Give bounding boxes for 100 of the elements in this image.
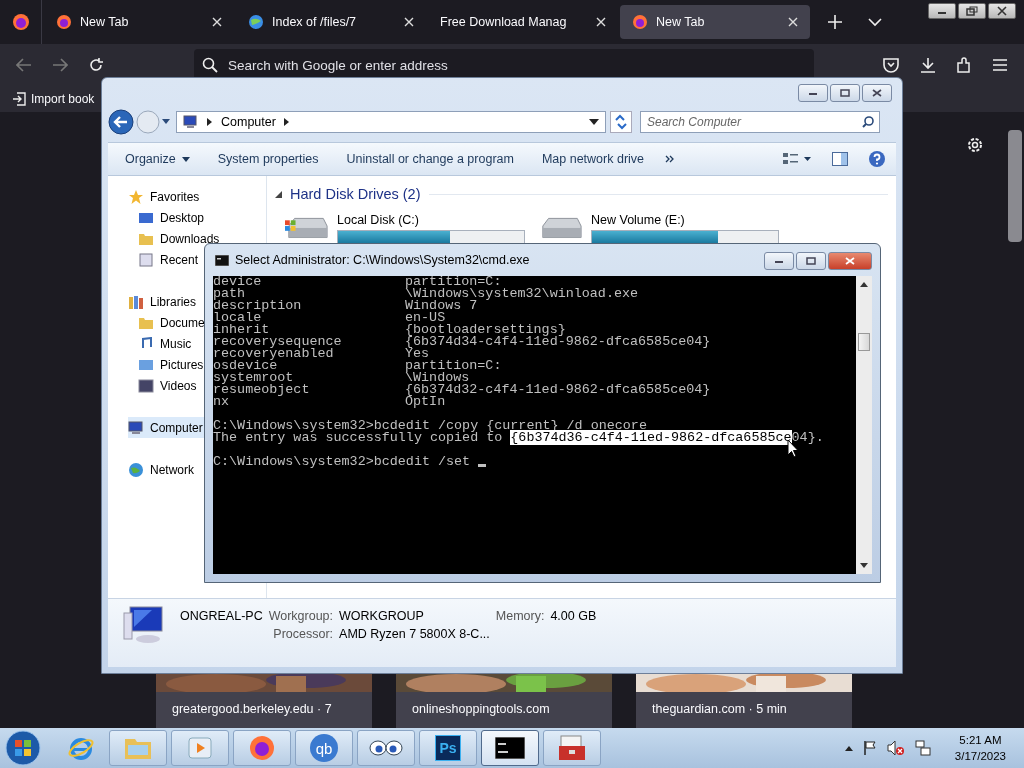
terminal-value: Yes (405, 348, 430, 360)
firefox-icon (248, 734, 276, 762)
scroll-up-icon[interactable] (860, 282, 868, 287)
firefox-icon (632, 14, 648, 30)
clock-date[interactable]: 3/17/2023 (954, 748, 1006, 764)
show-hidden-icons[interactable] (844, 745, 853, 751)
chevron-right-icon[interactable] (283, 118, 290, 126)
browser-tab[interactable]: Free Download Manag (428, 5, 618, 39)
globe-icon (128, 461, 144, 478)
sidebar-item[interactable]: Computer (128, 417, 206, 438)
help-icon[interactable] (868, 150, 886, 168)
terminal-key: recoveryenabled (213, 348, 405, 360)
collapse-icon[interactable] (275, 190, 282, 198)
minimize-button[interactable] (764, 252, 794, 270)
section-header: Hard Disk Drives (2) (290, 186, 421, 202)
chevron-icon[interactable] (868, 17, 882, 27)
browser-tab[interactable]: Index of /files/7 (236, 5, 426, 39)
more-icon[interactable] (665, 155, 676, 163)
minimize-button[interactable] (798, 84, 828, 102)
command-button[interactable]: System properties (210, 148, 326, 170)
close-button[interactable] (828, 252, 872, 270)
view-options-icon[interactable] (782, 152, 812, 166)
close-icon[interactable] (788, 17, 798, 27)
site-tile[interactable]: theguardian.com · 5 min (636, 672, 852, 728)
import-icon[interactable] (12, 92, 26, 106)
console-icon (215, 254, 229, 266)
minimize-icon (808, 90, 818, 96)
close-button[interactable] (862, 84, 892, 102)
taskbar-app[interactable] (481, 730, 539, 766)
sidebar-item[interactable]: Favorites (128, 186, 203, 207)
terminal-key: inherit (213, 324, 405, 336)
terminal-value: {bootloadersettings} (405, 324, 566, 336)
command-button[interactable]: Map network drive (534, 148, 652, 170)
scroll-down-icon[interactable] (860, 563, 868, 568)
sidebar-item[interactable]: Downloads (138, 228, 223, 249)
sidebar-item[interactable]: Docume (138, 312, 208, 333)
dropdown-icon[interactable] (589, 119, 599, 125)
app-logo: qb (310, 734, 338, 762)
network-icon[interactable] (914, 740, 931, 756)
sidebar-item[interactable]: Libraries (128, 291, 200, 312)
taskbar-app[interactable] (357, 730, 415, 766)
refresh-icon[interactable] (610, 111, 632, 133)
menu-icon[interactable] (992, 58, 1008, 72)
reload-icon[interactable] (88, 57, 104, 73)
pocket-icon[interactable] (882, 57, 900, 73)
maximize-button[interactable] (796, 252, 826, 270)
command-button[interactable]: Organize (118, 148, 197, 170)
terminal-value: en-US (405, 312, 446, 324)
maximize-button[interactable] (830, 84, 860, 102)
scrollbar-thumb[interactable] (1008, 130, 1022, 242)
command-button[interactable]: Uninstall or change a program (339, 148, 521, 170)
firefox-icon (11, 13, 30, 31)
close-icon[interactable] (212, 17, 222, 27)
drive-name[interactable]: Local Disk (C:) (337, 213, 525, 227)
address-bar[interactable]: Computer (176, 111, 606, 133)
forward-icon[interactable] (52, 58, 68, 72)
computer-name: ONGREAL-PC (180, 609, 263, 623)
preview-pane-icon[interactable] (832, 152, 848, 166)
search-field[interactable]: Search Computer (640, 111, 880, 133)
terminal-value: \Windows\system32\winload.exe (405, 288, 640, 300)
flag-icon[interactable] (862, 740, 877, 756)
extensions-icon[interactable] (956, 57, 972, 73)
start-button[interactable] (5, 730, 41, 766)
toolbox-icon (557, 734, 587, 762)
sidebar-item[interactable]: Pictures (138, 354, 207, 375)
terminal-value: partition=C: (405, 276, 502, 288)
close-icon[interactable] (404, 17, 414, 27)
clock-time[interactable]: 5:21 AM (959, 732, 1002, 748)
close-button[interactable] (988, 3, 1016, 19)
detail-value: WORKGROUP (339, 609, 424, 623)
sidebar-item[interactable]: Recent (138, 249, 202, 270)
scrollbar-thumb[interactable] (858, 333, 870, 351)
site-tile[interactable]: onlineshoppingtools.com (396, 672, 612, 728)
taskbar-app[interactable]: qb (295, 730, 353, 766)
download-icon[interactable] (920, 57, 936, 73)
eyes-icon (369, 738, 403, 758)
taskbar-app[interactable]: Ps (419, 730, 477, 766)
close-icon (872, 89, 882, 97)
sidebar-item[interactable]: Videos (138, 375, 200, 396)
new-tab-icon[interactable] (828, 15, 842, 29)
browser-tab[interactable]: New Tab (620, 5, 810, 39)
browser-tab[interactable]: New Tab (44, 5, 234, 39)
sidebar-item[interactable]: Music (138, 333, 195, 354)
back-icon[interactable] (108, 109, 134, 135)
sidebar-item[interactable]: Desktop (138, 207, 208, 228)
site-tile[interactable]: greatergood.berkeley.edu · 7 (156, 672, 372, 728)
chevron-right-icon[interactable] (207, 118, 213, 126)
restore-button[interactable] (958, 3, 986, 19)
folder-icon (138, 315, 154, 330)
dropdown-icon[interactable] (162, 119, 170, 125)
drive-name[interactable]: New Volume (E:) (591, 213, 779, 227)
terminal-value: {6b374d34-c4f4-11ed-9862-dfca6585ce04} (405, 336, 712, 348)
firefox-icon (56, 14, 72, 30)
bookmark-link[interactable]: Import book (31, 92, 95, 106)
minimize-button[interactable] (928, 3, 956, 19)
sidebar-item[interactable]: Network (128, 459, 197, 480)
settings-icon[interactable] (966, 136, 984, 154)
search-icon[interactable] (862, 116, 874, 128)
close-icon[interactable] (596, 17, 606, 27)
sound-muted-icon[interactable] (886, 740, 905, 756)
